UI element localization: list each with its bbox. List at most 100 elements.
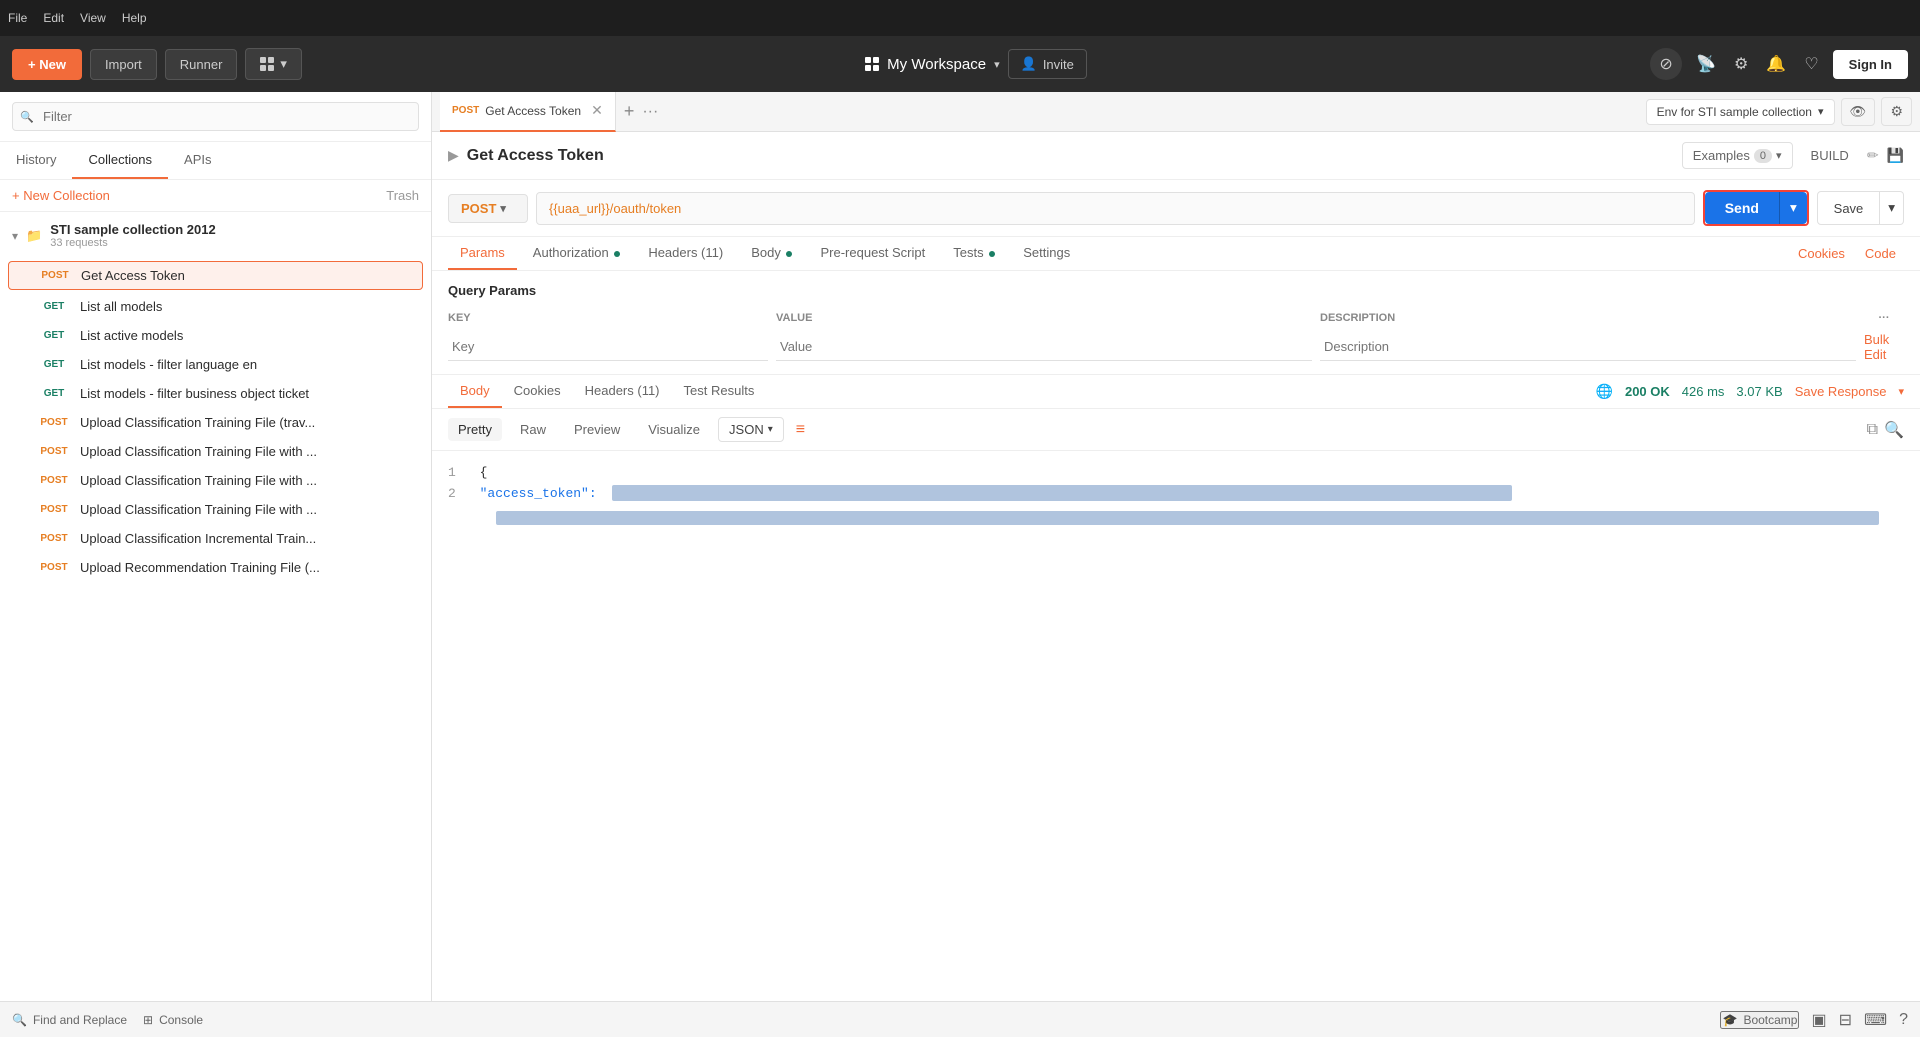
table-row[interactable]: POST Upload Classification Training File… bbox=[0, 466, 431, 495]
table-row[interactable]: POST Upload Classification Training File… bbox=[0, 495, 431, 524]
wrap-icon[interactable]: ≡ bbox=[796, 421, 805, 439]
env-dropdown[interactable]: Env for STI sample collection ▾ bbox=[1646, 99, 1835, 125]
search-input[interactable] bbox=[12, 102, 419, 131]
save-button[interactable]: Save bbox=[1817, 191, 1881, 225]
url-input[interactable] bbox=[536, 192, 1695, 225]
format-pretty-button[interactable]: Pretty bbox=[448, 418, 502, 441]
tab-apis[interactable]: APIs bbox=[168, 142, 227, 179]
keyboard-icon[interactable]: ⌨ bbox=[1864, 1010, 1887, 1030]
new-collection-button[interactable]: + New Collection bbox=[12, 188, 110, 203]
resp-tab-testresults[interactable]: Test Results bbox=[672, 375, 767, 408]
chevron-right-icon: ▾ bbox=[12, 229, 18, 243]
tab-body[interactable]: Body bbox=[739, 237, 804, 270]
settings-icon[interactable]: ⚙ bbox=[1881, 97, 1912, 126]
collection-header[interactable]: ▾ 📁 STI sample collection 2012 33 reques… bbox=[0, 212, 431, 259]
gear-icon[interactable]: ⚙ bbox=[1730, 50, 1752, 78]
resp-tab-cookies[interactable]: Cookies bbox=[502, 375, 573, 408]
console-label: Console bbox=[159, 1013, 203, 1027]
format-visualize-button[interactable]: Visualize bbox=[638, 418, 710, 441]
chevron-down-icon[interactable]: ▾ bbox=[1898, 385, 1904, 398]
send-button[interactable]: Send bbox=[1705, 192, 1779, 224]
workspace-switcher-button[interactable]: ▾ bbox=[245, 48, 302, 80]
dot-indicator bbox=[786, 251, 792, 257]
table-row[interactable]: POST Get Access Token bbox=[8, 261, 423, 290]
menu-edit[interactable]: Edit bbox=[43, 11, 64, 25]
value-input[interactable] bbox=[776, 333, 1312, 361]
request-title-area: ▶ Get Access Token bbox=[448, 147, 604, 165]
table-row[interactable]: GET List models - filter language en bbox=[0, 350, 431, 379]
resp-tab-headers[interactable]: Headers (11) bbox=[573, 375, 672, 408]
trash-button[interactable]: Trash bbox=[386, 188, 419, 203]
bootcamp-button[interactable]: 🎓 Bootcamp bbox=[1720, 1011, 1799, 1029]
save-group: Save ▾ bbox=[1817, 191, 1904, 225]
edit-icon[interactable]: ✏ bbox=[1867, 147, 1879, 164]
save-icon[interactable]: 💾 bbox=[1887, 147, 1904, 164]
import-button[interactable]: Import bbox=[90, 49, 157, 80]
tab-history[interactable]: History bbox=[0, 142, 72, 179]
table-row[interactable]: POST Upload Recommendation Training File… bbox=[0, 553, 431, 582]
key-input[interactable] bbox=[448, 333, 768, 361]
copy-icon[interactable]: ⧉ bbox=[1867, 420, 1878, 440]
search-icon[interactable]: 🔍 bbox=[1884, 420, 1904, 440]
signin-button[interactable]: Sign In bbox=[1833, 50, 1908, 79]
json-label: JSON bbox=[729, 422, 764, 437]
collapse-arrow-icon[interactable]: ▶ bbox=[448, 147, 459, 164]
method-label: POST bbox=[461, 201, 496, 216]
sidebar-actions: + New Collection Trash bbox=[0, 180, 431, 212]
tab-params[interactable]: Params bbox=[448, 237, 517, 270]
console-button[interactable]: ⊞ Console bbox=[143, 1013, 203, 1027]
resp-tab-body[interactable]: Body bbox=[448, 375, 502, 408]
tab-prerequest[interactable]: Pre-request Script bbox=[808, 237, 937, 270]
tab-collections[interactable]: Collections bbox=[72, 142, 168, 179]
table-row[interactable]: POST Upload Classification Training File… bbox=[0, 437, 431, 466]
layout-icon[interactable]: ▣ bbox=[1811, 1010, 1826, 1030]
eye-icon[interactable]: 👁 bbox=[1841, 98, 1876, 126]
bell-icon[interactable]: 🔔 bbox=[1762, 50, 1790, 78]
tab-close-icon[interactable]: ✕ bbox=[591, 102, 603, 119]
build-button[interactable]: BUILD bbox=[1801, 143, 1859, 168]
table-row[interactable]: GET List models - filter business object… bbox=[0, 379, 431, 408]
table-row[interactable]: POST Upload Classification Incremental T… bbox=[0, 524, 431, 553]
code-link[interactable]: Code bbox=[1857, 238, 1904, 269]
json-format-select[interactable]: JSON ▾ bbox=[718, 417, 784, 442]
person-icon: 👤 bbox=[1021, 56, 1037, 72]
workspace-button[interactable]: My Workspace ▾ bbox=[865, 56, 999, 73]
menu-file[interactable]: File bbox=[8, 11, 27, 25]
save-dropdown-button[interactable]: ▾ bbox=[1880, 191, 1904, 225]
active-tab[interactable]: POST Get Access Token ✕ bbox=[440, 92, 616, 132]
more-tabs-button[interactable]: ··· bbox=[642, 103, 658, 121]
tab-headers[interactable]: Headers (11) bbox=[636, 237, 735, 270]
satellite-icon[interactable]: 📡 bbox=[1692, 50, 1720, 78]
table-row[interactable]: POST Upload Classification Training File… bbox=[0, 408, 431, 437]
add-tab-button[interactable]: + bbox=[616, 101, 643, 122]
tab-authorization[interactable]: Authorization bbox=[521, 237, 633, 270]
menu-view[interactable]: View bbox=[80, 11, 106, 25]
tab-settings[interactable]: Settings bbox=[1011, 237, 1082, 270]
menu-help[interactable]: Help bbox=[122, 11, 147, 25]
runner-button[interactable]: Runner bbox=[165, 49, 238, 80]
split-view-icon[interactable]: ⊟ bbox=[1839, 1010, 1852, 1030]
response-status: 🌐 200 OK 426 ms 3.07 KB Save Response ▾ bbox=[1596, 383, 1904, 400]
format-preview-button[interactable]: Preview bbox=[564, 418, 630, 441]
sync-icon[interactable]: ⊘ bbox=[1650, 48, 1682, 80]
save-response-button[interactable]: Save Response bbox=[1795, 384, 1887, 399]
table-row[interactable]: GET List active models bbox=[0, 321, 431, 350]
tab-tests[interactable]: Tests bbox=[941, 237, 1007, 270]
heart-icon[interactable]: ♡ bbox=[1800, 50, 1822, 78]
bulk-edit-button[interactable]: Bulk Edit bbox=[1864, 332, 1904, 362]
send-dropdown-button[interactable]: ▾ bbox=[1779, 192, 1807, 224]
cookies-link[interactable]: Cookies bbox=[1790, 238, 1853, 269]
new-button[interactable]: + New bbox=[12, 49, 82, 80]
format-raw-button[interactable]: Raw bbox=[510, 418, 556, 441]
request-name: Upload Recommendation Training File (... bbox=[80, 560, 320, 575]
method-select[interactable]: POST ▾ bbox=[448, 194, 528, 223]
find-replace-button[interactable]: 🔍 Find and Replace bbox=[12, 1013, 127, 1027]
help-icon[interactable]: ? bbox=[1899, 1011, 1908, 1029]
description-input[interactable] bbox=[1320, 333, 1856, 361]
params-more-icon[interactable]: ··· bbox=[1864, 312, 1904, 324]
invite-button[interactable]: 👤 Invite bbox=[1008, 49, 1087, 79]
topbar: + New Import Runner ▾ My Workspace ▾ 👤 I… bbox=[0, 36, 1920, 92]
examples-button[interactable]: Examples 0 ▾ bbox=[1682, 142, 1793, 169]
bottom-bar: 🔍 Find and Replace ⊞ Console 🎓 Bootcamp … bbox=[0, 1001, 1920, 1037]
table-row[interactable]: GET List all models bbox=[0, 292, 431, 321]
